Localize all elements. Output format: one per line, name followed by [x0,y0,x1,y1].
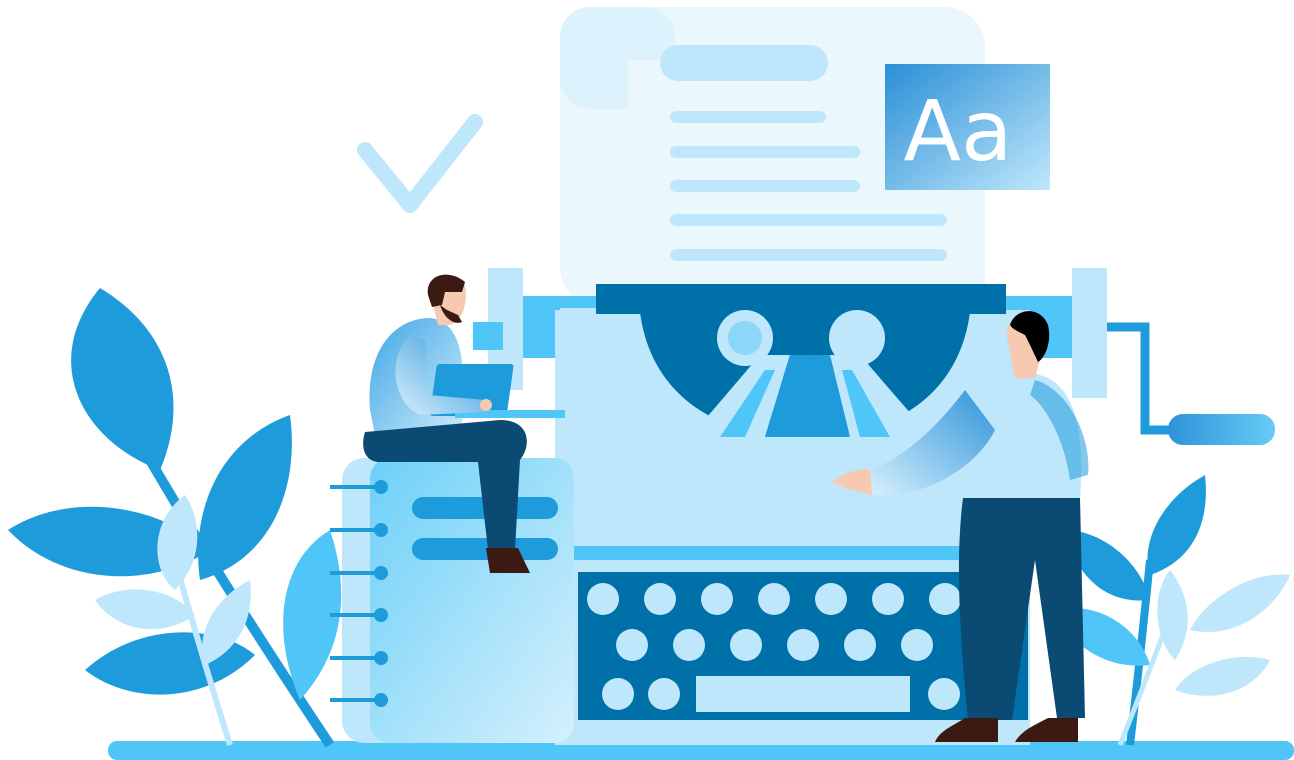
carriage-lever-handle [1168,414,1275,445]
text-line [670,214,947,226]
key [872,583,904,615]
font-badge-label: Aa [904,82,1013,180]
check-icon [357,114,483,213]
key [787,629,819,661]
spiral-notebook [330,458,574,743]
spacebar [696,676,910,712]
key [730,629,762,661]
key [901,629,933,661]
key [758,583,790,615]
text-line [670,111,826,123]
key [701,583,733,615]
text-line [670,180,860,192]
key [648,678,680,710]
key [929,583,961,615]
key [644,583,676,615]
key [602,678,634,710]
right-plant [1055,475,1290,746]
typewriter-illustration: Aa [8,7,1294,760]
text-line [670,249,947,261]
font-badge: Aa [885,64,1050,190]
typewriter-ribbon-spool-right [829,310,885,366]
text-line-heading [660,45,828,81]
text-line [670,146,860,158]
key [844,629,876,661]
key [673,629,705,661]
left-plant [8,288,342,748]
key [815,583,847,615]
key [587,583,619,615]
key [616,629,648,661]
key [928,678,960,710]
